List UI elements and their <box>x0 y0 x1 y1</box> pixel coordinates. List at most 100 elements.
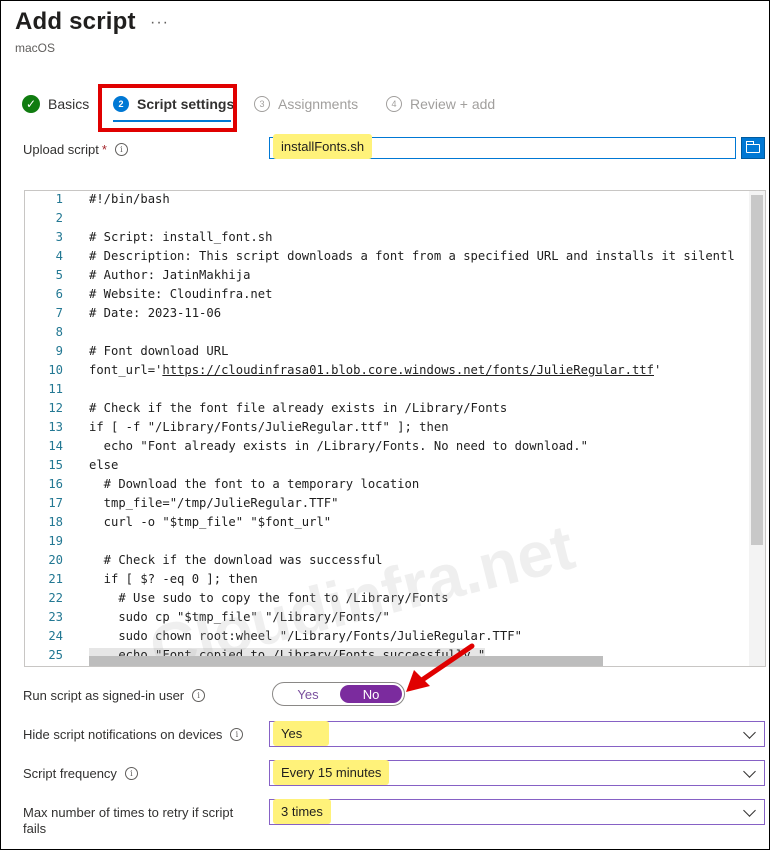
code-line: 11 <box>25 382 765 401</box>
url-link[interactable]: https://cloudinfrasa01.blob.core.windows… <box>162 363 654 377</box>
line-number: 25 <box>48 648 63 662</box>
line-number: 3 <box>55 230 63 244</box>
code-text: # Check if the download was successful <box>89 553 383 567</box>
code-text: tmp_file="/tmp/JulieRegular.TTF" <box>89 496 339 510</box>
line-number: 23 <box>48 610 63 624</box>
run-as-user-label-text: Run script as signed-in user <box>23 688 185 703</box>
required-marker: * <box>101 142 107 157</box>
line-number: 24 <box>48 629 63 643</box>
info-icon[interactable]: i <box>114 143 128 156</box>
code-line: 14 echo "Font already exists in /Library… <box>25 439 765 458</box>
line-number: 13 <box>48 420 63 434</box>
info-icon[interactable]: i <box>192 689 206 702</box>
code-line: 7 # Date: 2023-11-06 <box>25 306 765 325</box>
line-number: 22 <box>48 591 63 605</box>
code-text: #!/bin/bash <box>89 192 170 206</box>
code-text: else <box>89 458 119 472</box>
upload-script-input[interactable]: installFonts.sh <box>269 134 736 159</box>
hide-notifications-label: Hide script notifications on devices i <box>23 727 244 742</box>
line-number: 11 <box>48 382 63 396</box>
code-text: echo "Font already exists in /Library/Fo… <box>89 439 588 453</box>
check-icon: ✓ <box>22 95 40 113</box>
code-line: 21 if [ $? -eq 0 ]; then <box>25 572 765 591</box>
upload-script-value: installFonts.sh <box>273 134 373 159</box>
chevron-down-icon <box>743 804 756 817</box>
code-text: # Use sudo to copy the font to /Library/… <box>89 591 449 605</box>
toggle-option-yes[interactable]: Yes <box>277 685 339 703</box>
retry-label: Max number of times to retry if script f… <box>23 805 253 837</box>
step-basics-label: Basics <box>48 96 90 112</box>
code-line: 24 sudo chown root:wheel "/Library/Fonts… <box>25 629 765 648</box>
code-line: 12 # Check if the font file already exist… <box>25 401 765 420</box>
line-number: 6 <box>55 287 63 301</box>
vertical-scrollbar[interactable] <box>749 191 765 666</box>
folder-icon <box>746 140 760 153</box>
line-number: 2 <box>55 211 63 225</box>
info-icon[interactable]: i <box>230 728 244 741</box>
code-line: 22 # Use sudo to copy the font to /Libra… <box>25 591 765 610</box>
code-line: 10 font_url='https://cloudinfrasa01.blob.… <box>25 363 765 382</box>
step-number-badge: 3 <box>254 96 270 112</box>
hide-notifications-select[interactable]: Yes <box>269 721 765 747</box>
line-number: 9 <box>55 344 63 358</box>
browse-file-button[interactable] <box>741 137 765 159</box>
retry-value: 3 times <box>273 799 331 824</box>
page-subtitle: macOS <box>15 41 56 55</box>
step-number-badge: 4 <box>386 96 402 112</box>
code-line: 3 # Script: install_font.sh <box>25 230 765 249</box>
code-line: 1 #!/bin/bash <box>25 192 765 211</box>
line-number: 12 <box>48 401 63 415</box>
line-number: 4 <box>55 249 63 263</box>
horizontal-scroll-thumb[interactable] <box>89 656 603 666</box>
line-number: 14 <box>48 439 63 453</box>
run-as-user-toggle[interactable]: Yes No <box>272 682 405 706</box>
step-assignments[interactable]: 3 Assignments <box>254 92 358 116</box>
code-text: # Font download URL <box>89 344 229 358</box>
line-number: 19 <box>48 534 63 548</box>
page-title: Add script <box>15 8 136 35</box>
retry-label-text: Max number of times to retry if script f… <box>23 805 234 836</box>
code-line: 9 # Font download URL <box>25 344 765 363</box>
line-number: 1 <box>55 192 63 206</box>
code-line: 18 curl -o "$tmp_file" "$font_url" <box>25 515 765 534</box>
line-number: 7 <box>55 306 63 320</box>
script-frequency-select[interactable]: Every 15 minutes <box>269 760 765 786</box>
code-text: # Author: JatinMakhija <box>89 268 251 282</box>
run-as-user-label: Run script as signed-in user i <box>23 688 206 703</box>
retry-select[interactable]: 3 times <box>269 799 765 825</box>
code-line: 13 if [ -f "/Library/Fonts/JulieRegular.t… <box>25 420 765 439</box>
line-number: 17 <box>48 496 63 510</box>
script-frequency-label-text: Script frequency <box>23 766 117 781</box>
vertical-scroll-thumb[interactable] <box>751 195 763 545</box>
code-line: 2 <box>25 211 765 230</box>
script-editor[interactable]: 1 #!/bin/bash 2 3 # Script: install_font.sh 4… <box>24 190 766 667</box>
hide-notifications-value: Yes <box>273 721 329 746</box>
code-text: if [ -f "/Library/Fonts/JulieRegular.ttf… <box>89 420 449 434</box>
line-number: 15 <box>48 458 63 472</box>
script-frequency-value: Every 15 minutes <box>273 760 390 785</box>
line-number: 18 <box>48 515 63 529</box>
info-icon[interactable]: i <box>124 767 138 780</box>
code-line: 15 else <box>25 458 765 477</box>
code-line: 19 <box>25 534 765 553</box>
code-text: # Script: install_font.sh <box>89 230 273 244</box>
code-line: 16 # Download the font to a temporary lo… <box>25 477 765 496</box>
code-text: if [ $? -eq 0 ]; then <box>89 572 258 586</box>
code-text: # Website: Cloudinfra.net <box>89 287 273 301</box>
step-review-add[interactable]: 4 Review + add <box>386 92 495 116</box>
line-number: 10 <box>48 363 63 377</box>
code-line: 20 # Check if the download was successfu… <box>25 553 765 572</box>
toggle-option-no[interactable]: No <box>340 685 402 703</box>
script-frequency-label: Script frequency i <box>23 766 138 781</box>
step-basics[interactable]: ✓ Basics <box>22 92 89 116</box>
code-text: sudo cp "$tmp_file" "/Library/Fonts/" <box>89 610 390 624</box>
hide-notifications-label-text: Hide script notifications on devices <box>23 727 223 742</box>
step-assignments-label: Assignments <box>278 96 359 112</box>
code-line: 4 # Description: This script downloads a … <box>25 249 765 268</box>
chevron-down-icon <box>743 726 756 739</box>
code-text: # Check if the font file already exists … <box>89 401 508 415</box>
more-options-icon[interactable]: ··· <box>150 14 169 32</box>
step-review-add-label: Review + add <box>410 96 496 112</box>
line-number: 20 <box>48 553 63 567</box>
annotation-highlight-box <box>98 84 237 132</box>
